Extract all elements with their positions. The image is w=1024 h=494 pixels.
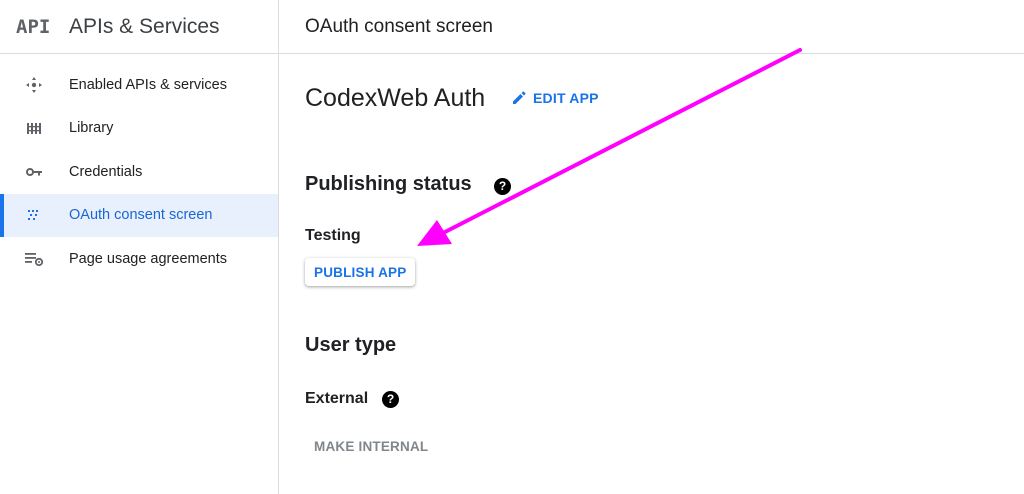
key-icon (24, 162, 44, 182)
sidebar-item-label: Credentials (69, 163, 143, 180)
page-title: OAuth consent screen (305, 16, 493, 37)
enabled-apis-icon (24, 75, 44, 95)
api-logo-icon: API (16, 16, 50, 38)
sidebar-item-page-usage[interactable]: Page usage agreements (0, 237, 278, 281)
main-content: CodexWeb Auth EDIT APP Publishing status… (279, 54, 1024, 494)
publishing-status-value: Testing (305, 227, 361, 244)
sidebar-title: APIs & Services (69, 15, 220, 38)
library-icon (24, 118, 44, 138)
publishing-status-title: Publishing status (305, 173, 472, 195)
edit-app-button[interactable]: EDIT APP (511, 90, 599, 106)
sidebar-item-enabled-apis[interactable]: Enabled APIs & services (0, 63, 278, 107)
svg-text:API: API (16, 16, 50, 38)
sidebar: API APIs & Services Enabled APIs & servi… (0, 0, 279, 494)
sidebar-item-credentials[interactable]: Credentials (0, 150, 278, 194)
sidebar-header: API APIs & Services (0, 0, 278, 54)
help-icon[interactable]: ? (382, 391, 399, 408)
help-icon[interactable]: ? (494, 178, 511, 195)
sidebar-item-label: OAuth consent screen (69, 207, 213, 224)
sidebar-nav: Enabled APIs & services Library Credenti… (0, 63, 278, 281)
sidebar-item-label: Page usage agreements (69, 250, 227, 267)
sidebar-item-label: Enabled APIs & services (69, 76, 227, 93)
oauth-consent-icon (24, 205, 44, 225)
user-type-title: User type (305, 334, 397, 356)
page-header: OAuth consent screen (279, 0, 1024, 54)
edit-app-label: EDIT APP (533, 90, 599, 106)
sidebar-item-oauth-consent[interactable]: OAuth consent screen (0, 193, 278, 237)
make-internal-button[interactable]: MAKE INTERNAL (314, 439, 428, 454)
app-name: CodexWeb Auth (305, 84, 486, 112)
pencil-icon (513, 91, 526, 104)
publish-app-button[interactable]: PUBLISH APP (305, 258, 416, 286)
sidebar-item-library[interactable]: Library (0, 107, 278, 151)
page-usage-settings-icon (24, 249, 44, 269)
user-type-value: External (305, 390, 369, 407)
sidebar-item-label: Library (69, 120, 114, 137)
